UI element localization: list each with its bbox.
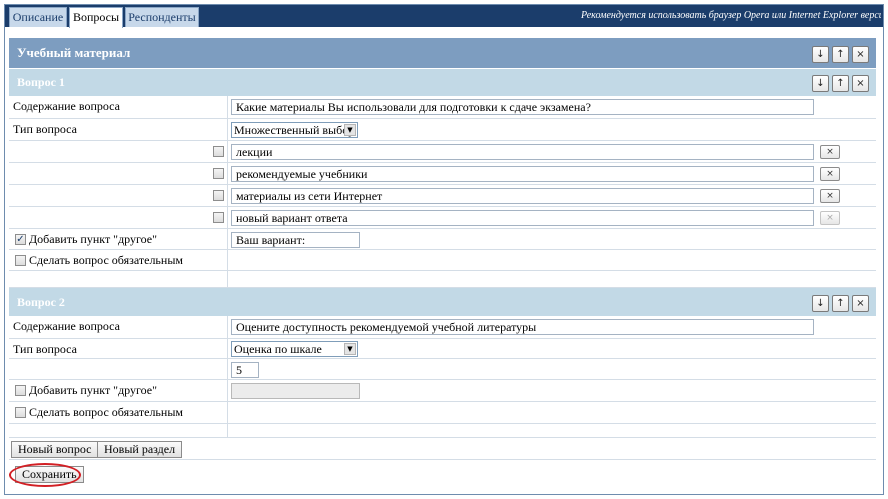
- question-2-type-label-cell: Тип вопроса: [9, 339, 228, 358]
- tab-respondents[interactable]: Респонденты: [125, 7, 199, 27]
- option-3-input[interactable]: материалы из сети Интернет: [231, 188, 814, 204]
- section-move-up-button[interactable]: ↑: [832, 46, 849, 63]
- question-1-required-checkbox[interactable]: [15, 255, 26, 266]
- question-2-content-label-cell: Содержание вопроса: [9, 316, 228, 338]
- option-2-checkbox[interactable]: [213, 168, 224, 179]
- question-2-content-row: Содержание вопроса Оцените доступность р…: [9, 316, 876, 339]
- question-1-delete-button[interactable]: ×: [852, 75, 869, 92]
- save-highlight-oval: [9, 463, 81, 487]
- editor-frame: Описание Вопросы Респонденты Рекомендует…: [4, 4, 884, 495]
- new-question-button[interactable]: Новый вопрос: [11, 441, 99, 458]
- question-2-scale-input[interactable]: 5: [231, 362, 259, 378]
- section-delete-button[interactable]: ×: [852, 46, 869, 63]
- option-checkbox-cell: [9, 185, 228, 206]
- question-2-content-input[interactable]: Оцените доступность рекомендуемой учебно…: [231, 319, 814, 335]
- option-1-input[interactable]: лекции: [231, 144, 814, 160]
- section-header: Учебный материал ↓ ↑ ×: [9, 38, 876, 68]
- question-1-other-checkbox[interactable]: ✓: [15, 234, 26, 245]
- scale-label-cell: [9, 359, 228, 379]
- question-2-required-label: Сделать вопрос обязательным: [29, 405, 183, 419]
- chevron-down-icon: ▼: [344, 343, 356, 355]
- new-section-button[interactable]: Новый раздел: [97, 441, 183, 458]
- question-2-type-row: Тип вопроса Оценка по шкале ▼: [9, 339, 876, 359]
- question-1-type-row: Тип вопроса Множественный выбор ▼: [9, 119, 876, 141]
- question-2-type-select[interactable]: Оценка по шкале ▼: [231, 341, 358, 357]
- other-label-cell: ✓ Добавить пункт "другое": [9, 229, 228, 249]
- question-2-title: Вопрос 2: [17, 295, 65, 309]
- option-checkbox-cell: [9, 163, 228, 184]
- question-1-type-label: Тип вопроса: [13, 122, 77, 136]
- option-checkbox-cell: [9, 141, 228, 162]
- option-1-checkbox[interactable]: [213, 146, 224, 157]
- question-1-spacer-row: [9, 271, 876, 288]
- option-new-input[interactable]: новый вариант ответа: [231, 210, 814, 226]
- spacer-cell: [9, 424, 228, 437]
- spacer-cell: [9, 271, 228, 287]
- option-new-delete-button: ×: [820, 211, 840, 225]
- question-2-required-checkbox[interactable]: [15, 407, 26, 418]
- question-1-controls: ↓ ↑ ×: [809, 75, 869, 92]
- required-label-cell: Сделать вопрос обязательным: [9, 402, 228, 423]
- question-2-delete-button[interactable]: ×: [852, 295, 869, 312]
- question-2-content-label: Содержание вопроса: [13, 319, 120, 333]
- question-1-type-value: Множественный выбор: [234, 123, 355, 137]
- question-2-type-label: Тип вопроса: [13, 342, 77, 356]
- question-1-type-label-cell: Тип вопроса: [9, 119, 228, 140]
- option-2-input[interactable]: рекомендуемые учебники: [231, 166, 814, 182]
- question-1-title: Вопрос 1: [17, 75, 65, 89]
- question-1-required-label: Сделать вопрос обязательным: [29, 253, 183, 267]
- question-1-content-label-cell: Содержание вопроса: [9, 96, 228, 118]
- question-2-other-label: Добавить пункт "другое": [29, 383, 158, 397]
- section-title: Учебный материал: [17, 45, 131, 60]
- question-1-content-label: Содержание вопроса: [13, 99, 120, 113]
- option-4-checkbox[interactable]: [213, 212, 224, 223]
- question-1-header: Вопрос 1 ↓ ↑ ×: [9, 69, 876, 96]
- question-1-content-input[interactable]: Какие материалы Вы использовали для подг…: [231, 99, 814, 115]
- question-2-type-value: Оценка по шкале: [234, 342, 322, 356]
- question-1-move-up-button[interactable]: ↑: [832, 75, 849, 92]
- question-1-option-row: материалы из сети Интернет ×: [9, 185, 876, 207]
- option-3-checkbox[interactable]: [213, 190, 224, 201]
- question-1-content-row: Содержание вопроса Какие материалы Вы ис…: [9, 96, 876, 119]
- question-2-other-checkbox[interactable]: [15, 385, 26, 396]
- tab-description[interactable]: Описание: [9, 7, 67, 27]
- question-2-spacer-row: [9, 424, 876, 438]
- question-2-move-up-button[interactable]: ↑: [832, 295, 849, 312]
- question-1-option-row: рекомендуемые учебники ×: [9, 163, 876, 185]
- option-1-delete-button[interactable]: ×: [820, 145, 840, 159]
- question-2-scale-row: 5: [9, 359, 876, 380]
- question-2-controls: ↓ ↑ ×: [809, 295, 869, 312]
- question-1-option-row: новый вариант ответа ×: [9, 207, 876, 229]
- option-2-delete-button[interactable]: ×: [820, 167, 840, 181]
- question-1-move-down-button[interactable]: ↓: [812, 75, 829, 92]
- option-3-delete-button[interactable]: ×: [820, 189, 840, 203]
- question-2-other-input: [231, 383, 360, 399]
- question-1-option-row: лекции ×: [9, 141, 876, 163]
- other-label-cell: Добавить пункт "другое": [9, 380, 228, 401]
- question-1-other-label: Добавить пункт "другое": [29, 232, 158, 246]
- section-controls: ↓ ↑ ×: [809, 46, 869, 63]
- question-2-header: Вопрос 2 ↓ ↑ ×: [9, 288, 876, 316]
- required-label-cell: Сделать вопрос обязательным: [9, 250, 228, 270]
- question-1-other-input[interactable]: Ваш вариант:: [231, 232, 360, 248]
- section-move-down-button[interactable]: ↓: [812, 46, 829, 63]
- question-2-move-down-button[interactable]: ↓: [812, 295, 829, 312]
- actions-row: Новый вопрос Новый раздел: [9, 438, 876, 460]
- browser-recommendation: Рекомендуется использовать браузер Opera…: [581, 10, 881, 21]
- question-1-other-row: ✓ Добавить пункт "другое" Ваш вариант:: [9, 229, 876, 250]
- option-checkbox-cell: [9, 207, 228, 228]
- question-1-required-row: Сделать вопрос обязательным: [9, 250, 876, 271]
- tab-questions[interactable]: Вопросы: [69, 7, 123, 28]
- question-2-other-row: Добавить пункт "другое": [9, 380, 876, 402]
- question-1-type-select[interactable]: Множественный выбор ▼: [231, 122, 358, 138]
- tab-bar: Описание Вопросы Респонденты Рекомендует…: [5, 5, 883, 28]
- question-2-required-row: Сделать вопрос обязательным: [9, 402, 876, 424]
- chevron-down-icon: ▼: [344, 124, 356, 136]
